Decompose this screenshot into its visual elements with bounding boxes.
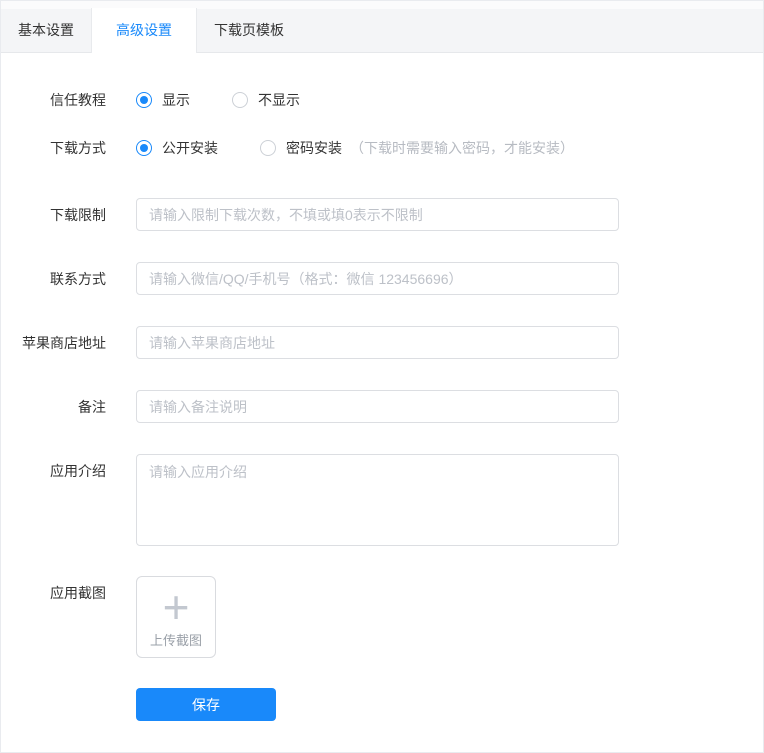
apple-store-row: 苹果商店地址 [1,326,763,359]
download-limit-row: 下载限制 [1,198,763,231]
upload-screenshot-text: 上传截图 [149,633,202,648]
download-method-row: 下载方式 公开安装 密码安装 （下载时需要输入密码，才能安装） [1,138,763,158]
download-method-options: 公开安装 密码安装 （下载时需要输入密码，才能安装） [136,138,619,158]
radio-selected-icon[interactable] [136,140,152,156]
contact-input[interactable] [136,262,619,295]
upload-screenshot-button[interactable]: + 上传截图 [136,576,216,658]
remark-label: 备注 [78,398,106,415]
download-method-label: 下载方式 [50,140,106,156]
password-install-hint: （下载时需要输入密码，才能安装） [350,140,574,156]
apple-store-label: 苹果商店地址 [22,334,106,351]
app-screenshot-label: 应用截图 [50,585,106,601]
save-row: 保存 [1,688,763,721]
contact-row: 联系方式 [1,262,763,295]
contact-label: 联系方式 [50,270,106,287]
radio-selected-icon[interactable] [136,92,152,108]
tab-advanced-settings[interactable]: 高级设置 [91,8,197,53]
remark-input[interactable] [136,390,619,423]
radio-public-install[interactable]: 公开安装 [136,138,218,158]
advanced-settings-form: 信任教程 显示 不显示 下载方式 公开安装 密码安装 （下载时需要输入密码，才能… [1,53,763,721]
settings-panel: 基本设置 高级设置 下载页模板 信任教程 显示 不显示 下载方式 公开安装 密码… [0,0,764,753]
save-button[interactable]: 保存 [136,688,276,721]
trust-tutorial-row: 信任教程 显示 不显示 [1,90,763,110]
radio-password-install[interactable]: 密码安装 （下载时需要输入密码，才能安装） [260,138,574,158]
app-intro-label: 应用介绍 [50,463,106,479]
tab-basic-settings[interactable]: 基本设置 [1,8,91,52]
plus-icon: + [162,581,190,633]
radio-show[interactable]: 显示 [136,90,190,110]
download-limit-label: 下载限制 [50,206,106,223]
tab-download-page-template[interactable]: 下载页模板 [197,8,301,52]
radio-unselected-icon[interactable] [260,140,276,156]
trust-tutorial-options: 显示 不显示 [136,90,619,110]
radio-hide-label: 不显示 [258,92,300,108]
trust-tutorial-label: 信任教程 [50,92,106,108]
download-limit-input[interactable] [136,198,619,231]
remark-row: 备注 [1,390,763,423]
apple-store-input[interactable] [136,326,619,359]
app-screenshot-row: 应用截图 + 上传截图 [1,576,763,658]
radio-hide[interactable]: 不显示 [232,90,300,110]
radio-unselected-icon[interactable] [232,92,248,108]
radio-password-install-label: 密码安装 [286,140,342,156]
radio-show-label: 显示 [162,92,190,108]
radio-public-install-label: 公开安装 [162,140,218,156]
app-intro-textarea[interactable] [136,454,619,546]
tab-bar: 基本设置 高级设置 下载页模板 [1,1,763,53]
app-intro-row: 应用介绍 [1,454,763,546]
